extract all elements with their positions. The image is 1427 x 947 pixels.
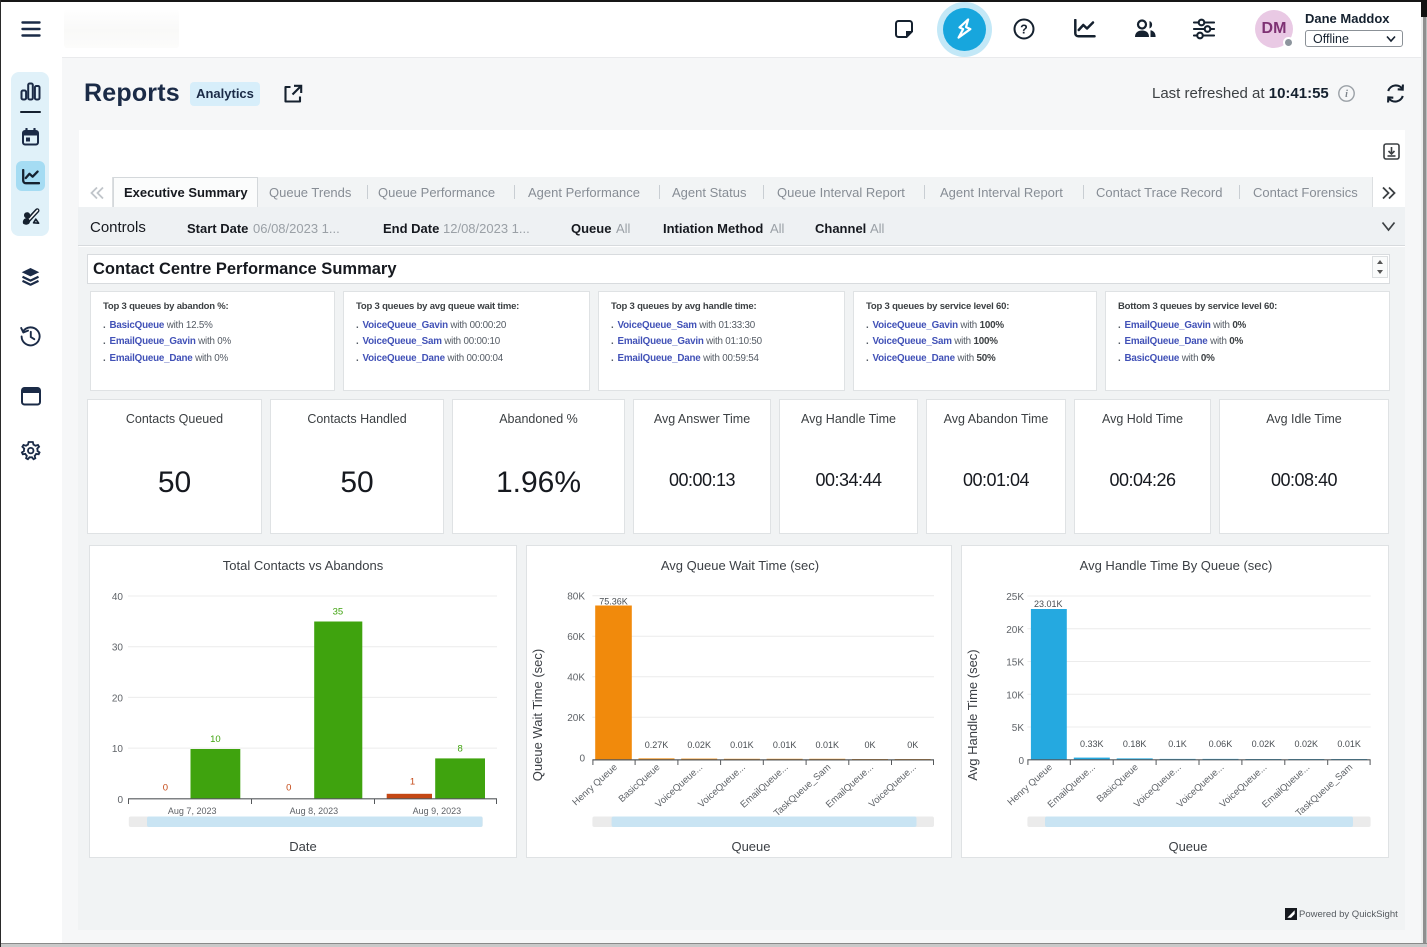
svg-text:Avg Handle Time (sec): Avg Handle Time (sec) <box>965 649 980 780</box>
svg-text:0: 0 <box>1018 756 1024 767</box>
svg-text:Henry Queue: Henry Queue <box>570 762 619 808</box>
svg-text:30: 30 <box>112 643 124 654</box>
svg-text:60K: 60K <box>567 632 585 643</box>
svg-text:BasicQueue: BasicQueue <box>1095 762 1141 805</box>
svg-text:Aug 7, 2023: Aug 7, 2023 <box>168 806 217 816</box>
svg-text:15K: 15K <box>1006 658 1024 669</box>
svg-text:40K: 40K <box>567 673 585 684</box>
svg-text:0.1K: 0.1K <box>1168 739 1187 749</box>
svg-text:10K: 10K <box>1006 690 1024 701</box>
svg-text:0: 0 <box>579 754 585 765</box>
svg-text:Queue: Queue <box>1168 839 1207 854</box>
svg-text:Total Contacts vs Abandons: Total Contacts vs Abandons <box>223 558 384 573</box>
svg-text:10: 10 <box>210 734 221 745</box>
svg-text:0.02K: 0.02K <box>687 740 711 750</box>
svg-text:0.33K: 0.33K <box>1080 739 1104 749</box>
svg-text:40: 40 <box>112 592 124 603</box>
svg-text:10: 10 <box>112 744 124 755</box>
svg-text:20K: 20K <box>1006 625 1024 636</box>
svg-text:5K: 5K <box>1012 723 1025 734</box>
svg-text:23.01K: 23.01K <box>1034 599 1063 609</box>
svg-text:Queue: Queue <box>731 839 770 854</box>
svg-text:0K: 0K <box>907 740 918 750</box>
svg-text:20K: 20K <box>567 713 585 724</box>
svg-text:Aug 9, 2023: Aug 9, 2023 <box>413 806 462 816</box>
svg-text:Queue Wait Time (sec): Queue Wait Time (sec) <box>530 649 545 781</box>
svg-text:75.36K: 75.36K <box>599 597 628 607</box>
svg-text:0: 0 <box>286 783 291 794</box>
svg-text:0.01K: 0.01K <box>730 740 754 750</box>
svg-text:Date: Date <box>289 839 316 854</box>
svg-text:0.01K: 0.01K <box>773 740 797 750</box>
svg-text:Aug 8, 2023: Aug 8, 2023 <box>290 806 339 816</box>
svg-text:0.02K: 0.02K <box>1294 739 1318 749</box>
svg-text:BasicQueue: BasicQueue <box>617 762 663 805</box>
svg-text:Avg Queue Wait Time (sec): Avg Queue Wait Time (sec) <box>661 558 819 573</box>
svg-text:0: 0 <box>163 783 168 794</box>
svg-text:0.27K: 0.27K <box>645 740 669 750</box>
svg-text:0K: 0K <box>864 740 875 750</box>
svg-text:20: 20 <box>112 693 124 704</box>
svg-text:i: i <box>1345 89 1348 100</box>
svg-text:0.02K: 0.02K <box>1252 739 1276 749</box>
svg-text:1: 1 <box>410 777 415 788</box>
svg-text:80K: 80K <box>567 592 585 603</box>
svg-text:0.01K: 0.01K <box>1337 739 1361 749</box>
svg-text:?: ? <box>1020 23 1028 37</box>
svg-text:0.18K: 0.18K <box>1123 739 1147 749</box>
svg-text:0.06K: 0.06K <box>1209 739 1233 749</box>
svg-text:Avg Handle Time By Queue (sec): Avg Handle Time By Queue (sec) <box>1080 558 1273 573</box>
svg-text:0: 0 <box>117 795 123 806</box>
svg-text:8: 8 <box>457 744 462 755</box>
svg-text:35: 35 <box>333 607 344 618</box>
svg-text:25K: 25K <box>1006 592 1024 603</box>
svg-text:0.01K: 0.01K <box>816 740 840 750</box>
